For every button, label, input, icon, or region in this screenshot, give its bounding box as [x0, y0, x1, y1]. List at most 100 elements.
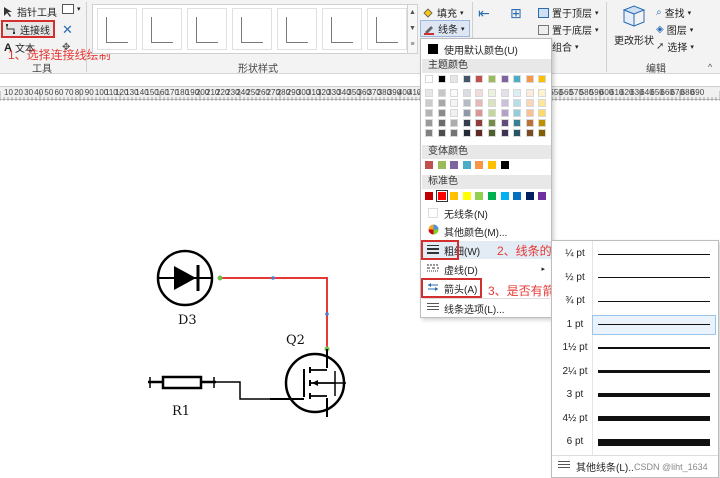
color-swatch[interactable]: [488, 129, 496, 137]
line-options-item[interactable]: 线条选项(L)...: [422, 299, 551, 317]
color-swatch[interactable]: [500, 161, 509, 169]
color-swatch[interactable]: [513, 99, 522, 107]
color-swatch[interactable]: [462, 119, 471, 127]
weight-option[interactable]: 2¼ pt: [552, 361, 718, 383]
color-swatch[interactable]: [500, 192, 509, 200]
color-swatch[interactable]: [425, 75, 433, 83]
color-swatch[interactable]: [475, 75, 484, 83]
theme-color-grid[interactable]: [425, 75, 549, 141]
color-swatch[interactable]: [475, 89, 484, 97]
color-swatch[interactable]: [488, 192, 496, 200]
more-colors-item[interactable]: 其他颜色(M)...: [422, 222, 551, 240]
weight-option[interactable]: ½ pt: [552, 267, 718, 289]
color-swatch[interactable]: [525, 109, 534, 117]
align-icon[interactable]: ⇤: [478, 5, 490, 22]
color-swatch[interactable]: [437, 129, 446, 137]
color-swatch[interactable]: [475, 129, 484, 137]
color-swatch[interactable]: [500, 99, 509, 107]
diode-d3[interactable]: [156, 249, 214, 307]
connector-button[interactable]: 连接线: [1, 20, 55, 38]
fill-button[interactable]: 填充 ▾: [422, 5, 464, 20]
color-swatch[interactable]: [437, 75, 446, 83]
bring-to-front-button[interactable]: 置于顶层 ▾: [538, 5, 599, 20]
color-swatch[interactable]: [500, 119, 509, 127]
weight-option[interactable]: 1½ pt: [552, 337, 718, 359]
collapse-ribbon-icon[interactable]: ^: [708, 62, 712, 72]
color-swatch[interactable]: [513, 75, 522, 83]
color-swatch[interactable]: [525, 75, 534, 83]
style-thumb[interactable]: [322, 8, 362, 50]
color-swatch[interactable]: [513, 119, 522, 127]
selected-connector[interactable]: [217, 275, 330, 352]
variant-color-row[interactable]: [425, 161, 549, 171]
style-thumb[interactable]: [142, 8, 182, 50]
select-button[interactable]: ➚ 选择 ▾: [656, 39, 694, 54]
color-swatch[interactable]: [475, 99, 484, 107]
color-swatch[interactable]: [437, 161, 446, 169]
color-swatch[interactable]: [488, 109, 496, 117]
color-swatch[interactable]: [538, 75, 547, 83]
color-swatch[interactable]: [513, 192, 522, 200]
color-swatch[interactable]: [462, 109, 471, 117]
color-swatch[interactable]: [462, 89, 471, 97]
color-swatch[interactable]: [425, 161, 433, 169]
color-swatch[interactable]: [437, 99, 446, 107]
color-swatch[interactable]: [450, 129, 459, 137]
color-swatch[interactable]: [462, 129, 471, 137]
color-swatch[interactable]: [513, 109, 522, 117]
style-thumb[interactable]: [367, 8, 407, 50]
color-swatch[interactable]: [513, 89, 522, 97]
color-swatch[interactable]: [500, 129, 509, 137]
color-swatch[interactable]: [525, 192, 534, 200]
color-swatch[interactable]: [513, 129, 522, 137]
color-swatch[interactable]: [538, 89, 547, 97]
more-lines-item[interactable]: 其他线条(L)...: [558, 459, 637, 474]
color-swatch[interactable]: [538, 119, 547, 127]
color-swatch[interactable]: [488, 89, 496, 97]
use-default-color-item[interactable]: 使用默认颜色(U): [422, 40, 551, 58]
find-button[interactable]: ⌕ 查找 ▾: [656, 5, 691, 20]
color-swatch[interactable]: [450, 75, 459, 83]
color-swatch[interactable]: [538, 109, 547, 117]
color-swatch[interactable]: [425, 129, 433, 137]
line-button[interactable]: 线条 ▾: [420, 20, 470, 37]
color-swatch[interactable]: [488, 75, 496, 83]
color-swatch[interactable]: [525, 129, 534, 137]
color-swatch[interactable]: [475, 109, 484, 117]
color-swatch[interactable]: [462, 192, 471, 200]
style-thumb[interactable]: [277, 8, 317, 50]
weight-option[interactable]: ¾ pt: [552, 290, 718, 312]
layers-button[interactable]: ◈ 图层 ▾: [656, 22, 693, 37]
resistor-r1[interactable]: [148, 375, 216, 390]
change-shape-button[interactable]: 更改形状: [614, 4, 654, 47]
color-swatch[interactable]: [435, 190, 448, 202]
color-swatch[interactable]: [500, 75, 509, 83]
color-swatch[interactable]: [538, 129, 547, 137]
color-swatch[interactable]: [450, 89, 459, 97]
weight-option[interactable]: 4½ pt: [552, 408, 718, 430]
color-swatch[interactable]: [475, 119, 484, 127]
color-swatch[interactable]: [450, 161, 459, 169]
color-swatch[interactable]: [437, 89, 446, 97]
color-swatch[interactable]: [475, 192, 484, 200]
color-swatch[interactable]: [525, 99, 534, 107]
weight-option[interactable]: 3 pt: [552, 384, 718, 406]
standard-color-row[interactable]: [425, 190, 549, 204]
color-swatch[interactable]: [525, 119, 534, 127]
weight-option[interactable]: 6 pt: [552, 431, 718, 453]
shape-style-gallery[interactable]: ▲ ▼ ≡: [92, 4, 418, 54]
color-swatch[interactable]: [450, 119, 459, 127]
position-icon[interactable]: ⊞: [510, 5, 522, 22]
color-swatch[interactable]: [450, 109, 459, 117]
color-swatch[interactable]: [500, 89, 509, 97]
color-swatch[interactable]: [525, 89, 534, 97]
dashes-item[interactable]: 虚线(D) ▸: [422, 260, 551, 278]
gallery-scroll[interactable]: ▲ ▼ ≡: [407, 5, 417, 53]
color-swatch[interactable]: [437, 119, 446, 127]
no-line-item[interactable]: 无线条(N): [422, 204, 551, 222]
style-thumb[interactable]: [97, 8, 137, 50]
color-swatch[interactable]: [437, 109, 446, 117]
color-swatch[interactable]: [538, 192, 547, 200]
weight-option[interactable]: 1 pt: [552, 314, 718, 336]
color-swatch[interactable]: [425, 119, 433, 127]
